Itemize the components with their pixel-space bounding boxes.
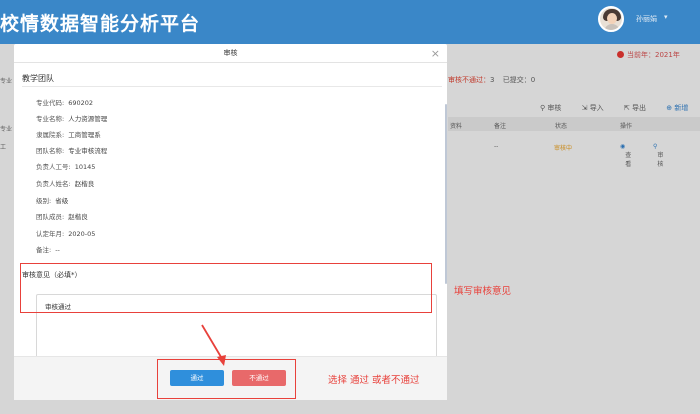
info-label: 专业名称: bbox=[36, 115, 65, 123]
bg-left-label: 专业 bbox=[0, 78, 13, 85]
info-row: 团队成员: 赵楷良 bbox=[36, 211, 88, 221]
annotation-box-buttons bbox=[157, 359, 296, 399]
info-label: 专业代码: bbox=[36, 99, 65, 107]
info-label: 团队成员: bbox=[36, 213, 65, 221]
stats-submitted: 已提交：0 bbox=[502, 76, 536, 84]
alert-icon bbox=[617, 51, 624, 58]
avatar-face bbox=[607, 13, 617, 24]
close-icon[interactable]: × bbox=[431, 48, 440, 59]
info-label: 隶属院系: bbox=[36, 131, 65, 139]
info-value: 690202 bbox=[68, 99, 94, 107]
info-label: 团队名称: bbox=[36, 147, 65, 155]
avatar-body bbox=[604, 24, 620, 30]
audit-label: 审核 bbox=[547, 104, 562, 112]
annotation-box-opinion bbox=[20, 263, 432, 313]
audit-link-label: 审核 bbox=[657, 152, 664, 168]
export-label: 导出 bbox=[632, 104, 647, 112]
info-label: 级别: bbox=[36, 197, 52, 205]
table-row: -- 审核中 ◉ 查看 ⚲ 审核 bbox=[448, 136, 700, 168]
year-notice: 当前年：2021年 bbox=[617, 50, 680, 60]
info-label: 备注: bbox=[36, 246, 52, 254]
info-row: 级别: 省级 bbox=[36, 195, 68, 205]
info-row: 负责人工号: 10145 bbox=[36, 161, 95, 171]
audit-toolbar-button[interactable]: ⚲ 审核 bbox=[540, 104, 570, 112]
info-value: 10145 bbox=[74, 163, 96, 171]
info-row: 团队名称: 专业审核流程 bbox=[36, 145, 107, 155]
row-remark: -- bbox=[494, 143, 499, 150]
info-value: -- bbox=[55, 246, 60, 254]
user-name[interactable]: 孙丽娟 bbox=[636, 14, 657, 24]
import-label: 导入 bbox=[589, 104, 604, 112]
info-row: 隶属院系: 工商管理系 bbox=[36, 129, 101, 139]
info-row: 认定年月: 2020-05 bbox=[36, 228, 95, 238]
info-row: 专业代码: 690202 bbox=[36, 97, 93, 107]
annotation-text-opinion: 填写审核意见 bbox=[454, 286, 512, 297]
info-value: 专业审核流程 bbox=[68, 147, 108, 155]
info-value: 工商管理系 bbox=[68, 131, 101, 139]
row-status: 审核中 bbox=[554, 145, 573, 152]
info-value: 2020-05 bbox=[68, 230, 96, 238]
info-value: 人力资源管理 bbox=[68, 115, 108, 123]
chevron-down-icon[interactable]: ▾ bbox=[664, 13, 668, 21]
avatar[interactable] bbox=[598, 6, 624, 32]
year-notice-text: 当前年：2021年 bbox=[627, 51, 680, 59]
toolbar: ⚲ 审核 ⇲ 导入 ⇱ 导出 ⊕ 新增 bbox=[540, 103, 700, 113]
view-link[interactable]: ◉ 查看 bbox=[620, 143, 631, 168]
app-header: 校情数据智能分析平台 孙丽娟 ▾ bbox=[0, 0, 700, 44]
info-row: 专业名称: 人力资源管理 bbox=[36, 113, 107, 123]
info-value: 省级 bbox=[55, 197, 69, 205]
info-value: 赵楷良 bbox=[68, 213, 88, 221]
table-header-cell: 操作 bbox=[620, 123, 633, 130]
section-title: 教学团队 bbox=[22, 74, 54, 83]
app-title: 校情数据智能分析平台 bbox=[0, 13, 201, 35]
add-button[interactable]: ⊕ 新增 bbox=[666, 104, 697, 112]
table-header-cell: 资料 bbox=[450, 123, 463, 130]
annotation-text-buttons: 选择 通过 或者不通过 bbox=[328, 375, 420, 386]
export-button[interactable]: ⇱ 导出 bbox=[624, 104, 655, 112]
stats-fail-label: 审核不通过： bbox=[448, 76, 490, 84]
info-label: 认定年月: bbox=[36, 230, 65, 238]
info-label: 负责人工号: bbox=[36, 163, 71, 171]
divider bbox=[22, 86, 442, 87]
audit-stats: 审核不通过：3 已提交：0 bbox=[448, 75, 535, 85]
modal-title: 审核 bbox=[14, 44, 447, 63]
info-row: 备注: -- bbox=[36, 244, 60, 254]
table-header-cell: 备注 bbox=[494, 123, 507, 130]
audit-link[interactable]: ⚲ 审核 bbox=[653, 143, 663, 168]
scrollbar[interactable] bbox=[445, 104, 447, 284]
audit-modal: 审核 × 教学团队 专业代码: 690202 专业名称: 人力资源管理 隶属院系: 工… bbox=[14, 44, 447, 400]
info-label: 负责人姓名: bbox=[36, 180, 71, 188]
bg-left-label: 工 bbox=[0, 144, 7, 151]
table-header: 资料 备注 状态 操作 bbox=[448, 117, 700, 131]
stats-fail-value: 3 bbox=[490, 76, 495, 84]
view-label: 查看 bbox=[625, 152, 632, 168]
info-value: 赵楷良 bbox=[74, 180, 95, 188]
import-button[interactable]: ⇲ 导入 bbox=[582, 104, 613, 112]
add-label: 新增 bbox=[674, 104, 689, 112]
bg-left-label: 专业 bbox=[0, 126, 13, 133]
info-row: 负责人姓名: 赵楷良 bbox=[36, 178, 94, 188]
table-header-cell: 状态 bbox=[555, 123, 568, 130]
